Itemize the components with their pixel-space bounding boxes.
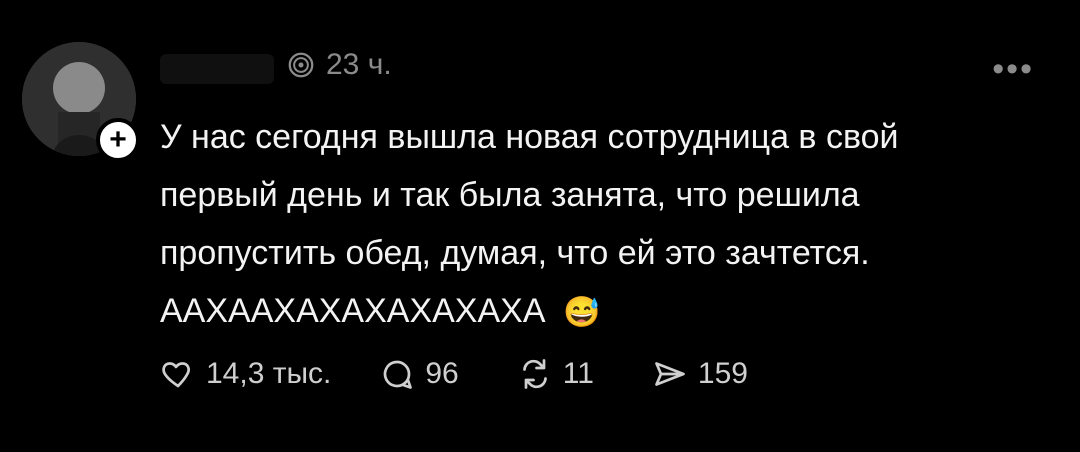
more-button[interactable]: ••• [992,50,1034,89]
comment-icon [384,360,413,389]
heart-icon [162,362,190,388]
plus-icon: + [109,123,127,156]
share-button[interactable]: 159 [652,356,748,392]
username-redacted [160,54,274,84]
likes-count: 14,3 тыс. [206,357,332,390]
post-text: У нас сегодня вышла новая сотрудница в с… [160,108,1040,340]
emoji-icon: 😅 [562,296,601,330]
more-horizontal-icon: ••• [992,50,1034,88]
post-line: ААХААХАХАХАХАХАХА 😅 [160,282,1040,340]
like-button[interactable]: 14,3 тыс. [160,356,331,392]
comments-count: 96 [425,357,459,390]
follow-button[interactable]: + [96,118,140,162]
post-line: первый день и так была занята, что решил… [160,176,860,214]
post-line: пропустить обед, думая, что ей это зачте… [160,234,870,272]
post-line-text: ААХААХАХАХАХАХАХА [160,292,546,330]
repost-icon [522,359,547,389]
post-time: 23 ч. [326,48,392,81]
shares-count: 159 [697,357,748,390]
share-icon [655,362,685,386]
post-actions: 14,3 тыс. 96 11 159 [160,356,748,392]
reposts-count: 11 [562,357,594,390]
post-meta: 23 ч. [286,48,392,82]
comment-button[interactable]: 96 [379,356,459,392]
threads-time-icon [288,52,314,78]
repost-button[interactable]: 11 [517,356,594,392]
post-line: У нас сегодня вышла новая сотрудница в с… [160,118,899,156]
